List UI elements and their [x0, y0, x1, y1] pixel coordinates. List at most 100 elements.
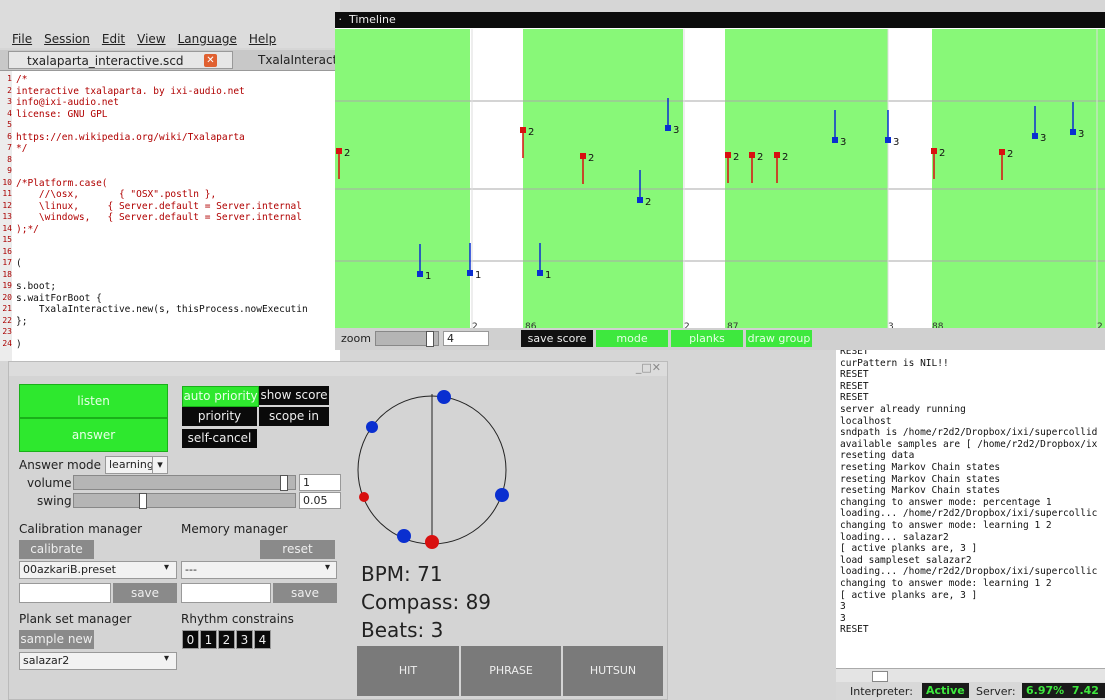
txalaparta-control-panel: _□✕ listen answer auto priority show sco… — [8, 361, 668, 700]
tab-txalaparta-interactive[interactable]: txalaparta_interactive.scd ✕ — [8, 51, 233, 69]
auto-priority-button[interactable]: auto priority — [182, 386, 259, 407]
hit-marker — [637, 197, 643, 203]
tab-label: txalaparta_interactive.scd — [27, 54, 184, 68]
priority-button[interactable]: priority — [182, 407, 257, 426]
code-line: license: GNU GPL — [16, 108, 108, 120]
post-line: 3 — [840, 601, 846, 613]
menu-language[interactable]: Language — [178, 30, 237, 48]
volume-field[interactable]: 1 — [299, 474, 341, 491]
code-line: }; — [16, 315, 28, 327]
post-line: loading... /home/r2d2/Dropbox/ixi/superc… — [840, 566, 1098, 578]
rhythm-2-toggle[interactable]: 2 — [218, 630, 235, 649]
post-line: sndpath is /home/r2d2/Dropbox/ixi/superc… — [840, 427, 1098, 439]
save-score-button[interactable]: save score — [521, 330, 593, 347]
rhythm-constrains-label: Rhythm constrains — [181, 612, 294, 626]
window-controls-icon[interactable]: _□✕ — [636, 361, 661, 374]
timeline-canvas[interactable]: 2 86 2 87 3 88 2 2 1 1 1 2 2 2 3 2 2 2 3 3 2 2 3 3 — [335, 29, 1105, 333]
preset-select[interactable]: 00azkariB.preset — [19, 561, 177, 579]
post-line: reseting Markov Chain states — [840, 462, 1001, 473]
line-number: 17 — [2, 258, 12, 267]
rhythm-0-toggle[interactable]: 0 — [182, 630, 199, 649]
plank-set-select[interactable]: salazar2 — [19, 652, 177, 670]
code-line: s.boot; — [16, 281, 57, 292]
save-memory-button[interactable]: save — [273, 583, 337, 603]
calibrate-button[interactable]: calibrate — [19, 540, 94, 559]
post-line: 3 — [840, 612, 846, 624]
rhythm-4-toggle[interactable]: 4 — [254, 630, 271, 649]
show-score-button[interactable]: show score — [259, 386, 329, 405]
post-line: [ active planks are, 3 ] — [840, 543, 978, 555]
post-line: changing to answer mode: percentage 1 — [840, 496, 1052, 508]
memory-select[interactable]: --- — [181, 561, 337, 579]
menu-file[interactable]: File — [12, 30, 32, 48]
swing-slider-handle[interactable] — [138, 493, 147, 509]
hit-marker — [999, 149, 1005, 155]
swing-field[interactable]: 0.05 — [299, 492, 341, 509]
line-number: 9 — [7, 166, 12, 175]
planks-button[interactable]: planks — [671, 330, 743, 347]
close-icon[interactable]: ✕ — [204, 54, 217, 67]
chevron-down-icon[interactable]: ▾ — [164, 653, 169, 664]
hit-marker — [665, 125, 671, 131]
hit-plank-label: 1 — [475, 270, 481, 281]
memory-name-field[interactable] — [181, 583, 271, 603]
reset-button[interactable]: reset — [260, 540, 335, 559]
draw-group-button[interactable]: draw group — [746, 330, 812, 347]
menu-edit[interactable]: Edit — [102, 30, 125, 48]
code-line: /* — [16, 74, 28, 85]
zoom-slider-handle[interactable] — [426, 331, 434, 347]
post-line: localhost — [840, 415, 892, 427]
line-number: 16 — [2, 246, 12, 256]
hit-button[interactable]: HIT — [357, 646, 459, 696]
post-window[interactable]: RESET curPattern is NIL!! RESET RESET RESET s… — [836, 350, 1105, 668]
tab-txalainteractive[interactable]: TxalaInteracti — [258, 51, 341, 69]
line-number: 6 — [7, 131, 12, 141]
rhythm-3-toggle[interactable]: 3 — [236, 630, 253, 649]
code-line: ( — [16, 258, 22, 269]
sample-new-button[interactable]: sample new — [19, 630, 94, 649]
volume-slider-handle[interactable] — [280, 475, 289, 491]
menu-view[interactable]: View — [137, 30, 165, 48]
code-editor[interactable]: 1 /* 2 interactive txalaparta. by ixi-audio… — [0, 71, 340, 361]
post-line: RESET — [840, 624, 869, 636]
hit-plank-label: 2 — [939, 148, 945, 159]
self-cancel-button[interactable]: self-cancel — [182, 429, 257, 448]
rhythm-1-toggle[interactable]: 1 — [200, 630, 217, 649]
hit-plank-label: 1 — [425, 271, 431, 282]
mode-button[interactable]: mode — [596, 330, 668, 347]
chevron-down-icon[interactable]: ▾ — [325, 562, 330, 573]
scope-in-button[interactable]: scope in — [259, 407, 329, 426]
hutsun-button[interactable]: HUTSUN — [563, 646, 663, 696]
calibration-name-field[interactable] — [19, 583, 111, 603]
zoom-value-field[interactable]: 4 — [443, 331, 489, 346]
code-line: s.waitForBoot { — [16, 292, 102, 304]
listen-button[interactable]: listen — [19, 384, 168, 418]
volume-slider[interactable] — [73, 475, 296, 491]
zoom-label: zoom — [341, 332, 371, 345]
post-line: available samples are [ /home/r2d2/Dropb… — [840, 438, 1098, 450]
chevron-down-icon[interactable]: ▾ — [164, 562, 169, 573]
timeline-plot[interactable]: 2 86 2 87 3 88 221 1 122232 2 23 32 23 3 — [335, 29, 1105, 333]
hit-marker — [336, 148, 342, 154]
red-hit-dot — [359, 492, 369, 502]
save-calibration-button[interactable]: save — [113, 583, 177, 603]
post-line: loading... salazar2 — [840, 531, 949, 543]
zoom-slider[interactable] — [375, 331, 439, 347]
phrase-button[interactable]: PHRASE — [461, 646, 561, 696]
swing-slider[interactable] — [73, 493, 296, 509]
hit-plank-label: 1 — [545, 270, 551, 281]
menu-help[interactable]: Help — [249, 30, 276, 48]
interpreter-label: Interpreter: — [850, 685, 913, 698]
line-number: 14 — [2, 223, 12, 233]
post-scrollbar[interactable] — [836, 668, 1105, 683]
red-hit-dot — [425, 535, 439, 549]
line-number: 20 — [2, 292, 12, 302]
hit-plank-label: 2 — [588, 153, 594, 164]
menu-session[interactable]: Session — [44, 30, 90, 48]
code-line: https://en.wikipedia.org/wiki/Txalaparta — [16, 131, 245, 143]
scrollbar-handle[interactable] — [872, 671, 888, 682]
code-line: \linux, { Server.default = Server.intern… — [16, 200, 302, 212]
answer-button[interactable]: answer — [19, 418, 168, 452]
code-line: info@ixi-audio.net — [16, 97, 119, 108]
chevron-down-icon[interactable]: ▾ — [152, 456, 168, 474]
